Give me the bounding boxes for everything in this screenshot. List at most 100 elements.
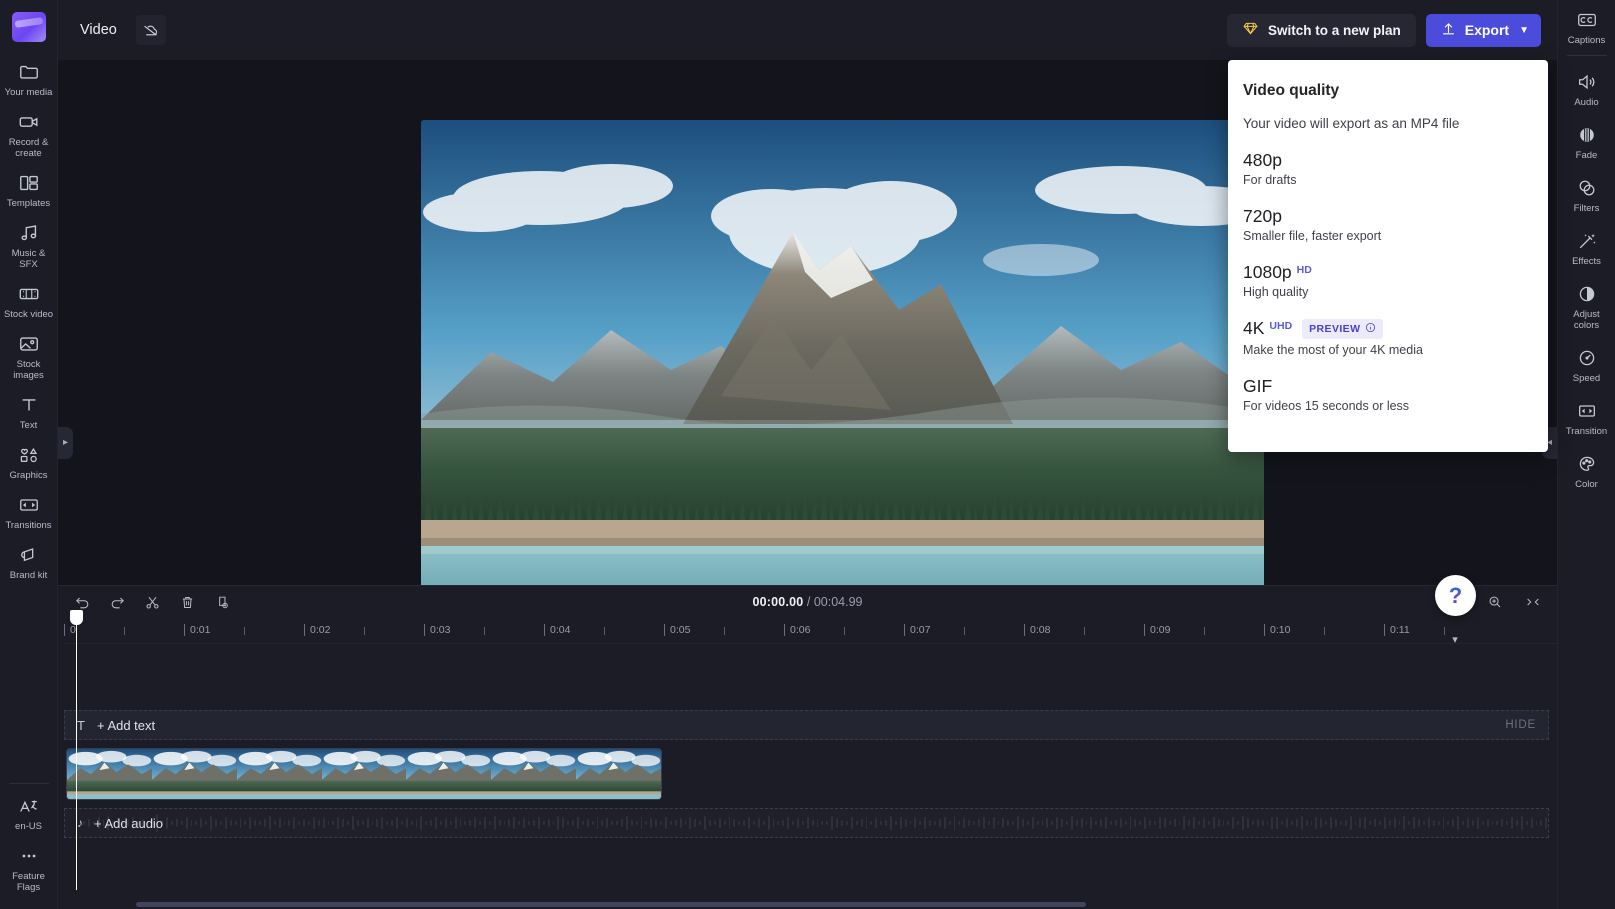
timeline-ruler[interactable]: 0 0:01 0:02 0:03 0:04 0:05 0:06 0:07 0:08 0:09 0:1… — [64, 618, 1557, 644]
waveform-bar — [679, 818, 682, 828]
waveform-bar — [1051, 820, 1054, 826]
waveform-bar — [958, 821, 961, 825]
right-sidebar: Captions Audio Fade Filters Effects Adju… — [1557, 0, 1615, 909]
waveform-bar — [889, 815, 892, 831]
fit-to-screen-icon[interactable] — [1521, 590, 1545, 614]
sidebar-item-music-sfx[interactable]: Music & SFX — [0, 215, 58, 276]
waveform-bar — [1423, 820, 1425, 826]
export-option-gif[interactable]: GIF For videos 15 seconds or less — [1238, 373, 1538, 417]
export-option-4k[interactable]: 4K UHD PREVIEW Make the most of your 4K … — [1238, 315, 1538, 361]
hide-track-button[interactable]: HIDE — [1505, 719, 1536, 731]
waveform-bar — [283, 821, 286, 825]
waveform-bar — [1056, 817, 1059, 829]
waveform-bar — [1359, 818, 1362, 828]
export-option-name: 1080p — [1243, 262, 1292, 282]
timeline-horizontal-scrollbar[interactable] — [136, 902, 1086, 907]
export-button[interactable]: Export ▼ — [1425, 13, 1541, 47]
waveform-bar — [1335, 819, 1337, 827]
property-item-fade[interactable]: Fade — [1558, 115, 1615, 168]
scissors-icon[interactable] — [140, 590, 164, 614]
waveform-bar — [1266, 821, 1269, 825]
cloud-off-icon[interactable] — [135, 15, 166, 45]
redo-icon[interactable] — [105, 590, 129, 614]
waveform-bar — [513, 816, 516, 830]
export-option-1080p[interactable]: 1080p HD High quality — [1238, 259, 1538, 303]
waveform-bar — [273, 820, 276, 826]
text-track[interactable]: T + Add text HIDE — [64, 710, 1549, 740]
waveform-bar — [405, 818, 408, 828]
property-item-captions[interactable]: Captions — [1558, 0, 1615, 53]
sidebar-item-label: Graphics — [9, 470, 48, 481]
waveform-bar — [1134, 819, 1137, 827]
waveform-bar — [1119, 818, 1122, 828]
waveform-bar — [440, 821, 442, 825]
playhead-handle[interactable] — [70, 610, 83, 625]
sidebar-item-your-media[interactable]: Your media — [0, 54, 58, 104]
clip-thumbnail — [321, 749, 407, 799]
waveform-bar — [1144, 817, 1147, 829]
waveform-bar — [1442, 816, 1445, 830]
info-icon[interactable] — [1365, 322, 1376, 336]
waveform-bar — [821, 820, 824, 826]
ruler-tick-label: 0:10 — [1270, 624, 1291, 636]
waveform-bar — [493, 815, 496, 831]
audio-track[interactable]: ♪ + Add audio — [64, 808, 1549, 838]
sidebar-item-record-create[interactable]: Record & create — [0, 104, 58, 165]
sidebar-item-brand-kit[interactable]: Brand kit — [0, 537, 58, 587]
waveform-bar — [562, 818, 565, 828]
sidebar-item-stock-video[interactable]: Stock video — [0, 276, 58, 326]
property-item-audio[interactable]: Audio — [1558, 62, 1615, 115]
waveform-bar — [1012, 821, 1015, 825]
sidebar-item-templates[interactable]: Templates — [0, 165, 58, 215]
waveform-bar — [454, 816, 457, 830]
waveform-bar — [210, 815, 213, 831]
closed-captions-icon — [1576, 9, 1598, 31]
waveform-bar — [557, 815, 560, 831]
timeline-panel: 00:00.00 / 00:04.99 0 0:01 0:02 0:03 0:04 0:0… — [58, 585, 1557, 909]
collapse-left-panel-handle[interactable]: ▸ — [58, 427, 73, 459]
collapse-panel-chevron-icon[interactable]: ▾ — [1439, 628, 1471, 650]
zoom-in-icon[interactable] — [1483, 590, 1507, 614]
export-option-720p[interactable]: 720p Smaller file, faster export — [1238, 203, 1538, 247]
property-item-adjust-colors[interactable]: Adjust colors — [1558, 274, 1615, 338]
ruler-tick-minor — [1084, 627, 1085, 635]
waveform-bar — [1486, 819, 1489, 827]
language-icon — [18, 795, 40, 817]
sidebar-item-text[interactable]: Text — [0, 387, 58, 437]
switch-plan-button[interactable]: Switch to a new plan — [1226, 13, 1416, 47]
trash-icon[interactable] — [175, 590, 199, 614]
property-item-speed[interactable]: Speed — [1558, 338, 1615, 391]
waveform-bar — [1256, 819, 1259, 827]
video-preview[interactable] — [421, 120, 1264, 594]
waveform-bar — [836, 818, 839, 828]
app-logo[interactable] — [11, 12, 46, 42]
sidebar-item-label: Music & SFX — [11, 248, 46, 270]
waveform-bar — [963, 818, 966, 828]
waveform-bar — [1139, 820, 1142, 826]
preview-badge[interactable]: PREVIEW — [1302, 319, 1384, 339]
waveform-bar — [1281, 820, 1284, 826]
brand-kit-icon — [18, 544, 40, 566]
property-item-transition[interactable]: Transition — [1558, 391, 1615, 444]
property-item-filters[interactable]: Filters — [1558, 168, 1615, 221]
timeline-playhead[interactable] — [70, 610, 83, 890]
timeline-edit-tools — [70, 590, 234, 614]
sidebar-item-language[interactable]: en-US — [0, 788, 58, 838]
sidebar-item-feature-flags[interactable]: Feature Flags — [0, 838, 58, 899]
sidebar-item-transitions[interactable]: Transitions — [0, 487, 58, 537]
duplicate-icon[interactable] — [210, 590, 234, 614]
export-option-desc: Make the most of your 4K media — [1243, 343, 1423, 357]
sidebar-item-graphics[interactable]: Graphics — [0, 437, 58, 487]
property-item-effects[interactable]: Effects — [1558, 221, 1615, 274]
sidebar-item-stock-images[interactable]: Stock images — [0, 326, 58, 387]
waveform-bar — [1413, 817, 1416, 829]
waveform-bar — [503, 820, 506, 826]
waveform-bar — [899, 817, 902, 829]
property-item-color[interactable]: Color — [1558, 444, 1615, 497]
speedometer-icon — [1576, 347, 1598, 369]
video-clip[interactable] — [66, 748, 662, 800]
waveform-bar — [1207, 821, 1210, 825]
help-button[interactable]: ? — [1435, 575, 1476, 616]
export-option-480p[interactable]: 480p For drafts — [1238, 147, 1538, 191]
